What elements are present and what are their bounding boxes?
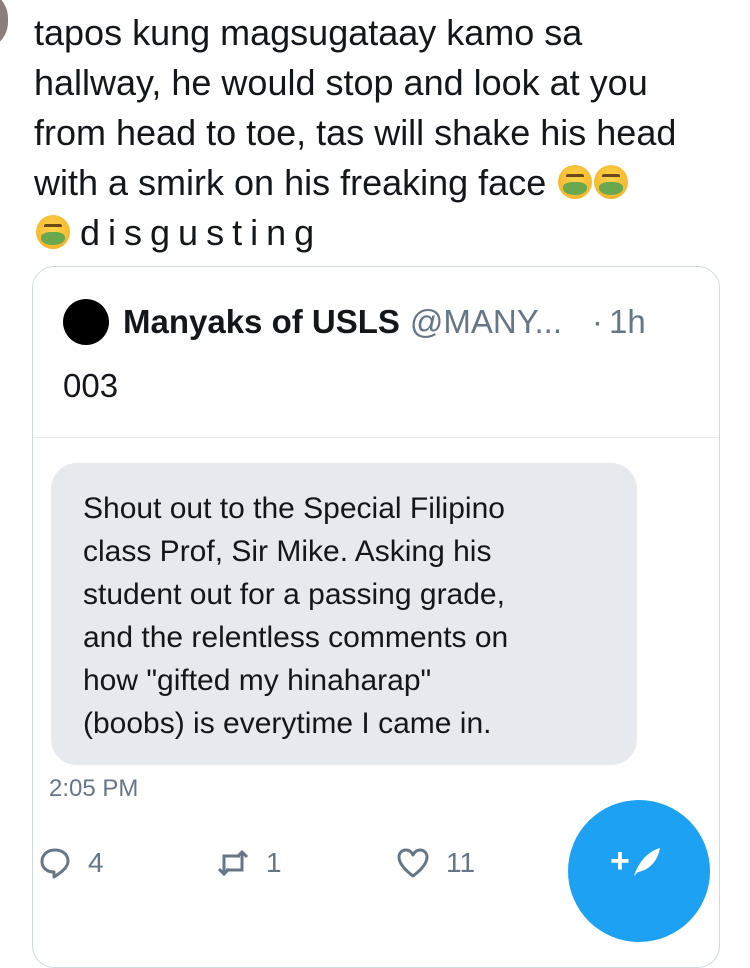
quoted-author-handle[interactable]: @MANY...: [410, 303, 562, 341]
message-line: (boobs) is everytime I came in.: [83, 707, 492, 740]
feather-icon: [634, 848, 660, 876]
message-timestamp: 2:05 PM: [49, 775, 139, 802]
message-text: Shout out to the Special Filipino class …: [83, 487, 623, 745]
message-line: and the relentless comments on: [83, 621, 509, 654]
tweet-line: with a smirk on his freaking face: [34, 162, 547, 203]
tweet-line-with-emoji: with a smirk on his freaking face: [34, 158, 734, 208]
reply-count: 4: [88, 847, 104, 878]
quoted-tweet-text: 003: [63, 367, 119, 404]
message-line: class Prof, Sir Mike. Asking his: [83, 535, 492, 568]
reply-button[interactable]: 4: [38, 846, 104, 880]
nauseated-face-icon: [594, 165, 629, 199]
quoted-author-name[interactable]: Manyaks of USLS: [123, 303, 400, 341]
tweet-line: tapos kung magsugataay kamo sa: [34, 12, 583, 53]
retweet-count: 1: [266, 847, 282, 878]
quoted-tweet-time[interactable]: 1h: [609, 303, 646, 341]
nauseated-face-icon: [36, 215, 70, 249]
quoted-author-avatar[interactable]: [63, 299, 109, 345]
nauseated-face-icon: [558, 165, 593, 199]
retweet-icon: [217, 849, 249, 877]
like-button[interactable]: 11: [396, 846, 475, 880]
message-line: student out for a passing grade,: [83, 578, 505, 611]
compose-plus-icon: +: [610, 842, 630, 880]
message-line: Shout out to the Special Filipino: [83, 492, 505, 525]
message-line: how "gifted my hinaharap": [83, 664, 432, 697]
tweet-body: tapos kung magsugataay kamo sa hallway, …: [34, 8, 734, 258]
separator-dot: ·: [592, 303, 604, 340]
divider: [33, 437, 719, 438]
tweet-line: from head to toe, tas will shake his hea…: [34, 112, 677, 153]
tweet-line: hallway, he would stop and look at you: [34, 62, 648, 103]
compose-tweet-button[interactable]: +: [568, 800, 710, 942]
author-avatar[interactable]: [0, 0, 8, 50]
quoted-image-message-bubble[interactable]: Shout out to the Special Filipino class …: [51, 463, 637, 765]
quoted-tweet-header: Manyaks of USLS @MANY... · 1h: [63, 297, 703, 347]
heart-icon: [397, 848, 429, 878]
like-count: 11: [446, 847, 476, 878]
reply-icon: [40, 848, 70, 879]
retweet-button[interactable]: 1: [216, 846, 282, 880]
tweet-last-word: disgusting: [80, 212, 323, 253]
tweet-last-line: disgusting: [34, 208, 734, 258]
